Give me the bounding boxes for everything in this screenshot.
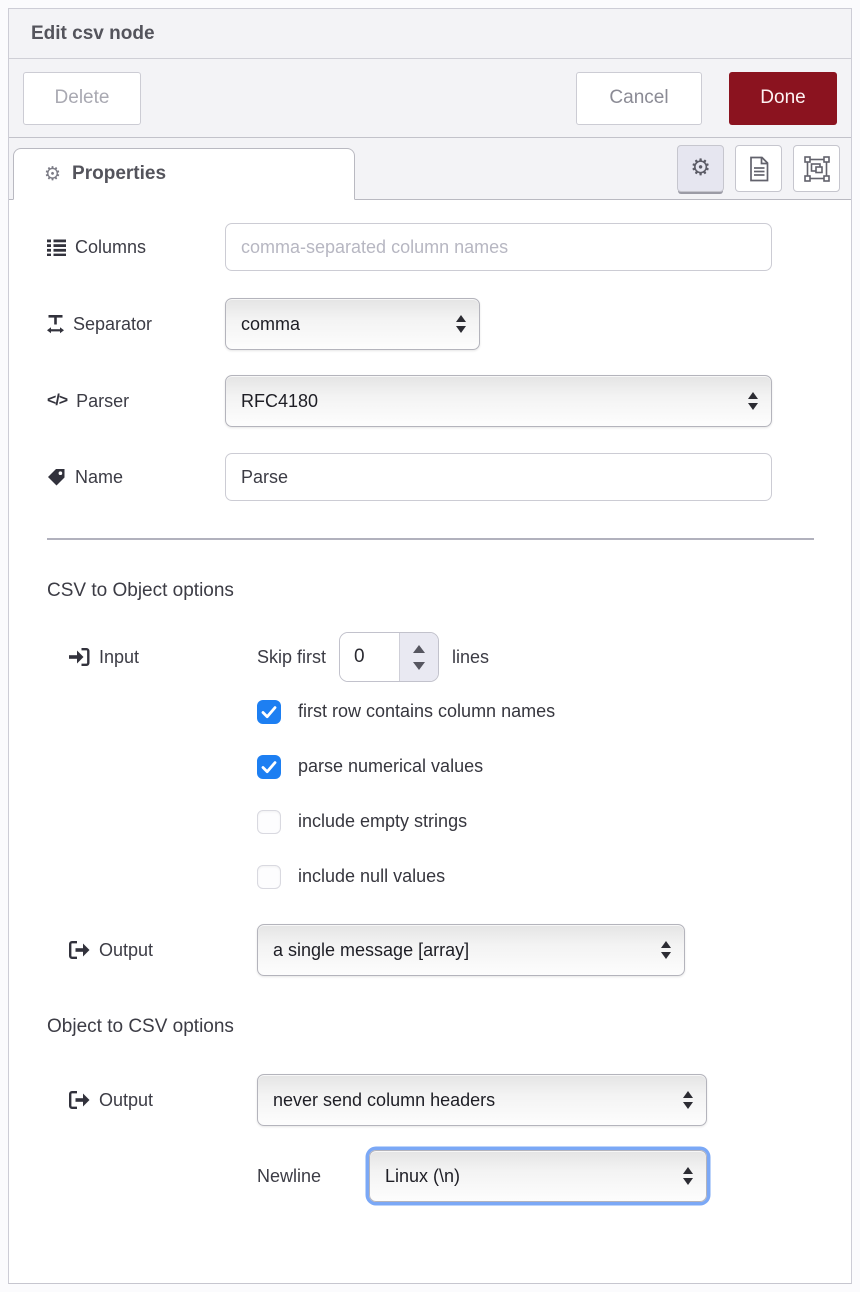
newline-row: Newline Linux (\n) [257,1150,814,1202]
separator-label: Separator [47,314,225,335]
edit-csv-node-dialog: Edit csv node Delete Cancel Done ⚙ Prope… [0,0,860,1292]
null-values-checkbox[interactable] [257,865,281,889]
name-label: Name [47,467,225,488]
description-icon [747,156,771,182]
appearance-button[interactable] [793,145,840,192]
spinner-arrows[interactable] [399,633,438,681]
tab-properties[interactable]: ⚙ Properties [13,148,355,200]
checkbox-label[interactable]: include null values [298,866,445,887]
checkbox-row-parse-numeric: parse numerical values [257,754,814,779]
columns-label-text: Columns [75,237,146,258]
newline-value: Linux (\n) [385,1166,460,1187]
select-arrows-icon [683,1167,693,1185]
name-label-text: Name [75,467,123,488]
newline-label: Newline [257,1166,369,1187]
output-label: Output [47,940,257,961]
section-divider [47,538,814,540]
skip-lines-spinner [339,632,439,682]
output-label-text: Output [99,940,153,961]
newline-select[interactable]: Linux (\n) [369,1150,707,1202]
parser-label: </> Parser [47,391,225,412]
checkbox-row-null-values: include null values [257,864,814,889]
parser-row: </> Parser RFC4180 [47,375,814,427]
skip-lines-input[interactable] [340,633,399,681]
gear-icon: ⚙ [690,157,711,180]
csv-output-select[interactable]: a single message [array] [257,924,685,976]
delete-button[interactable]: Delete [23,72,141,125]
separator-select[interactable]: comma [225,298,480,350]
editor-tabbar: ⚙ Properties ⚙ [9,138,851,200]
properties-form: Columns Separator [9,200,851,1283]
separator-label-text: Separator [73,314,152,335]
csv-output-value: a single message [array] [273,940,469,961]
lines-text: lines [452,647,489,668]
output-label-text: Output [99,1090,153,1111]
editor-tab-buttons: ⚙ [677,145,840,192]
done-button[interactable]: Done [729,72,837,125]
gear-icon: ⚙ [44,165,61,184]
separator-row: Separator comma [47,298,814,350]
checkbox-label[interactable]: parse numerical values [298,756,483,777]
text-width-icon [47,315,64,334]
columns-input[interactable] [225,223,772,271]
parser-label-text: Parser [76,391,129,412]
spinner-up-icon[interactable] [413,645,425,653]
spinner-down-icon[interactable] [413,662,425,670]
columns-label: Columns [47,237,225,258]
dialog-title: Edit csv node [31,23,155,45]
output-label: Output [47,1090,257,1111]
list-icon [47,239,66,256]
sign-out-icon [69,941,90,959]
tab-properties-label: Properties [72,163,166,185]
columns-row: Columns [47,223,814,271]
obj-output-select[interactable]: never send column headers [257,1074,707,1126]
dialog-header: Edit csv node [9,9,851,59]
parser-value: RFC4180 [241,391,318,412]
input-label-text: Input [99,647,139,668]
object-to-csv-title: Object to CSV options [47,1016,814,1038]
appearance-icon [804,156,830,182]
parser-select[interactable]: RFC4180 [225,375,772,427]
properties-gear-button[interactable]: ⚙ [677,145,724,192]
select-arrows-icon [683,1091,693,1109]
csv-to-object-title: CSV to Object options [47,580,814,602]
skip-first-text: Skip first [257,647,326,668]
dialog-toolbar: Delete Cancel Done [9,59,851,138]
input-label: Input [47,647,257,668]
code-icon: </> [47,392,67,410]
input-row: Input Skip first lines [47,632,814,682]
cancel-button[interactable]: Cancel [576,72,702,125]
checkbox-label[interactable]: include empty strings [298,811,467,832]
name-input[interactable] [225,453,772,501]
checkbox-row-empty-strings: include empty strings [257,809,814,834]
tag-icon [47,468,66,487]
name-row: Name [47,453,814,501]
csv-options-checkboxes: first row contains column names parse nu… [47,699,814,889]
empty-strings-checkbox[interactable] [257,810,281,834]
sign-out-icon [69,1091,90,1109]
csv-output-row: Output a single message [array] [47,924,814,976]
select-arrows-icon [456,315,466,333]
obj-output-row: Output never send column headers [47,1074,814,1126]
obj-output-value: never send column headers [273,1090,495,1111]
separator-value: comma [241,314,300,335]
first-row-checkbox[interactable] [257,700,281,724]
select-arrows-icon [748,392,758,410]
sign-in-icon [69,648,90,666]
select-arrows-icon [661,941,671,959]
checkbox-label[interactable]: first row contains column names [298,701,555,722]
parse-numeric-checkbox[interactable] [257,755,281,779]
checkbox-row-first-row: first row contains column names [257,699,814,724]
dialog-panel: Edit csv node Delete Cancel Done ⚙ Prope… [8,8,852,1284]
description-button[interactable] [735,145,782,192]
